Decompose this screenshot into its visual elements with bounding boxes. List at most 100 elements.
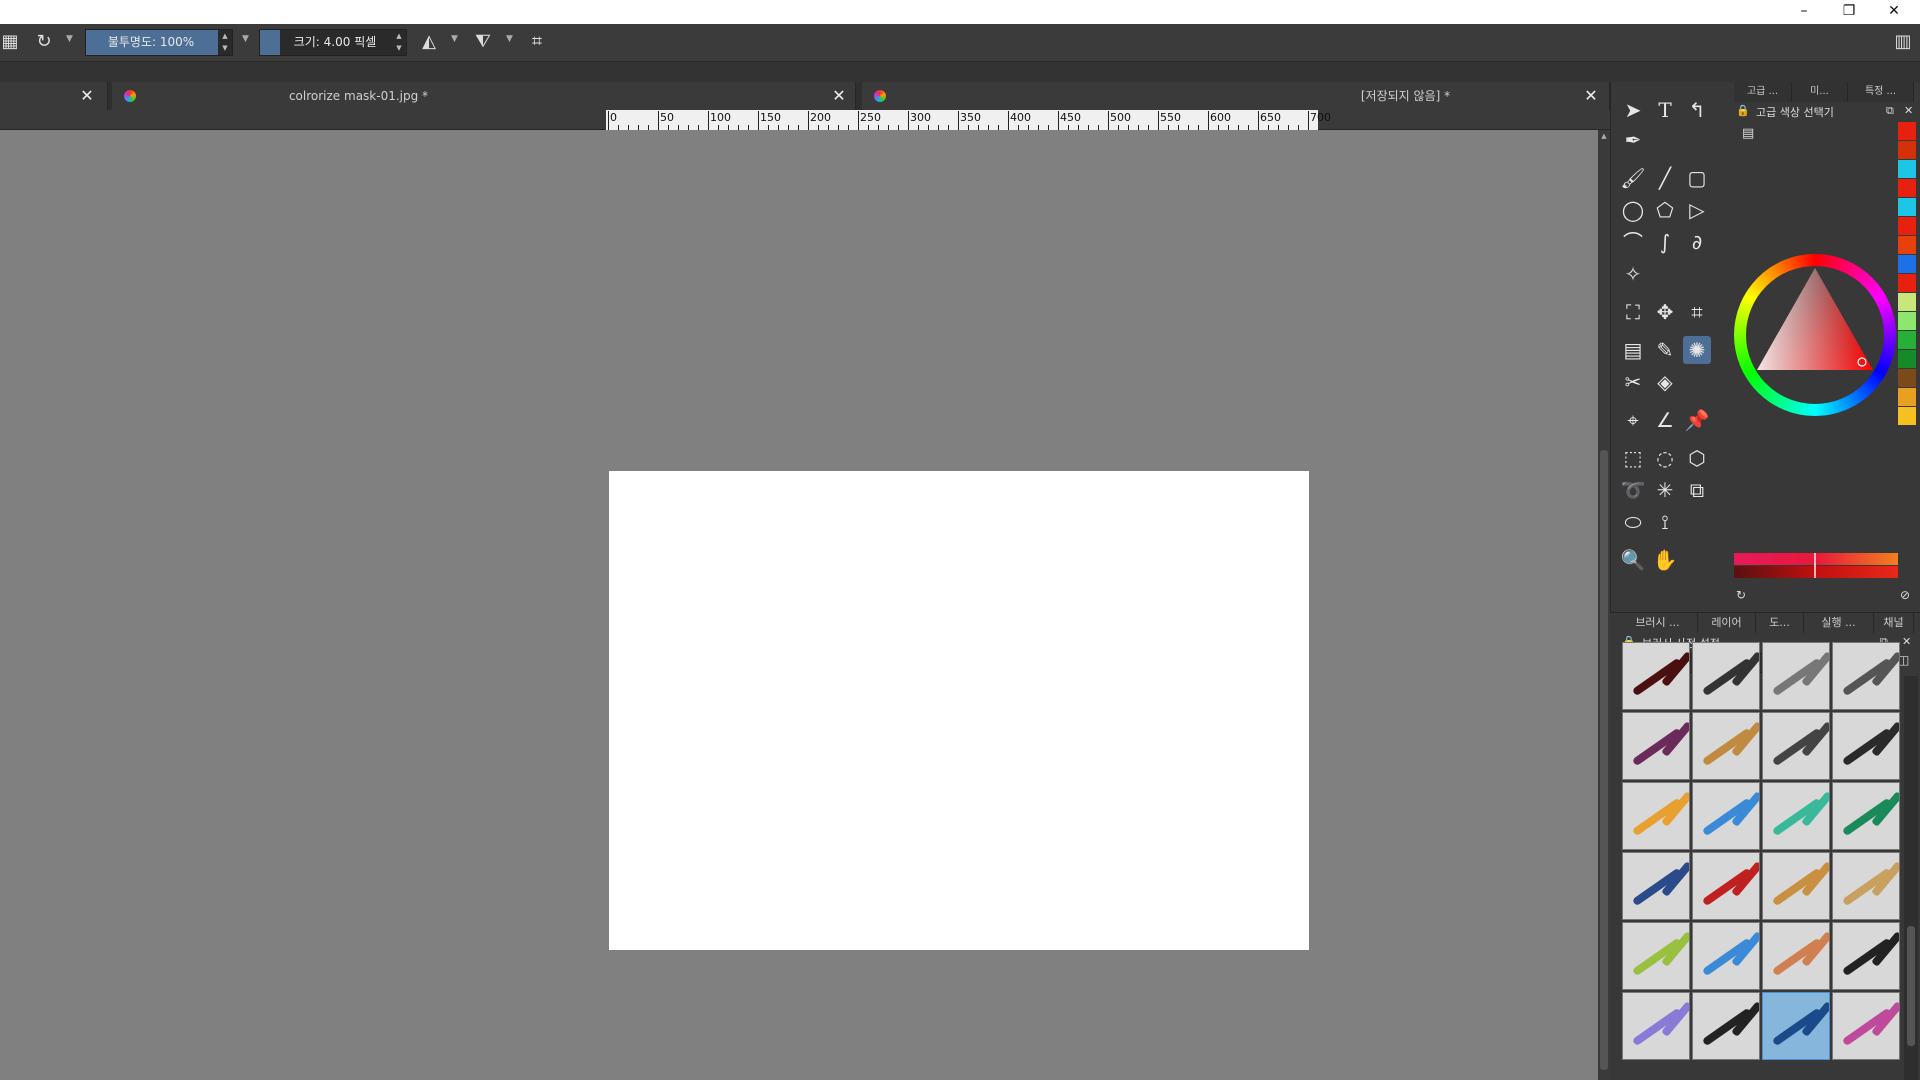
brush-preset[interactable] [1832, 852, 1900, 920]
no-color-icon[interactable]: ⊘ [1900, 588, 1910, 602]
size-stepper[interactable]: ▲ ▼ [392, 30, 406, 55]
bezier-tool-icon[interactable]: ⌒ [1619, 228, 1647, 256]
dynamic-brush-icon[interactable]: ∂ [1683, 228, 1711, 256]
minimize-button[interactable]: – [1784, 0, 1824, 24]
tab-layers[interactable]: 레이어 [1698, 613, 1756, 633]
brush-preset[interactable] [1832, 782, 1900, 850]
crop-tool-icon[interactable]: ⌗ [1683, 298, 1711, 326]
brush-preset[interactable] [1692, 642, 1760, 710]
lock-icon[interactable]: 🔒 [1736, 104, 1750, 117]
brush-preset[interactable] [1692, 852, 1760, 920]
settings-icon[interactable]: ▤ [1742, 126, 1754, 141]
brush-preset[interactable] [1622, 922, 1690, 990]
zoom-tool-icon[interactable]: 🔍 [1619, 546, 1647, 574]
close-icon[interactable]: ✕ [1580, 82, 1602, 110]
rect-select-icon[interactable]: ⬚ [1619, 444, 1647, 472]
fill-tool-icon[interactable]: ◈ [1651, 368, 1679, 396]
size-slider[interactable]: 크기: 4.00 픽셀 ▲ ▼ [259, 29, 407, 56]
tab-advanced-color[interactable]: 고급 ... [1734, 82, 1792, 102]
color-swatch[interactable] [1898, 274, 1916, 292]
reset-rotation-icon[interactable]: ↻ [32, 30, 56, 54]
text-tool-icon[interactable]: T [1651, 96, 1679, 124]
color-swatch[interactable] [1898, 160, 1916, 178]
color-swatch-strip[interactable] [1898, 122, 1916, 442]
contiguous-select-icon[interactable]: ✳ [1651, 476, 1679, 504]
color-history-bars[interactable] [1734, 553, 1898, 583]
brush-preset[interactable] [1692, 712, 1760, 780]
color-swatch[interactable] [1898, 350, 1916, 368]
brush-preset[interactable] [1692, 782, 1760, 850]
color-swatch[interactable] [1898, 255, 1916, 273]
color-swatch[interactable] [1898, 293, 1916, 311]
brush-preset[interactable] [1762, 712, 1830, 780]
close-icon[interactable]: ✕ [1904, 104, 1913, 117]
close-window-button[interactable]: ✕ [1874, 0, 1914, 24]
tab-overview[interactable]: 도... [1756, 613, 1804, 633]
tab-document-1[interactable]: ✕ [0, 82, 108, 110]
brush-preset[interactable] [1762, 992, 1830, 1060]
color-swatch[interactable] [1898, 217, 1916, 235]
brush-preset[interactable] [1832, 712, 1900, 780]
chevron-down-icon[interactable]: ▼ [66, 34, 73, 44]
pattern-icon[interactable]: ▦ [0, 30, 20, 54]
tab-colorize-mask[interactable]: colrorize mask-01.jpg * ✕ [112, 82, 856, 110]
brush-preset[interactable] [1622, 992, 1690, 1060]
opacity-slider[interactable]: 불투명도: 100% ▲ ▼ [85, 29, 233, 56]
scroll-up-icon[interactable]: ▲ [1598, 132, 1610, 140]
opacity-stepper[interactable]: ▲ ▼ [218, 30, 232, 55]
brush-preset[interactable] [1762, 642, 1830, 710]
color-wheel[interactable] [1734, 254, 1896, 416]
tab-channels[interactable]: 채널 [1874, 613, 1914, 633]
rectangle-tool-icon[interactable]: ▢ [1683, 164, 1711, 192]
similar-select-icon[interactable]: ⧉ [1683, 476, 1711, 504]
magnetic-select-icon[interactable]: ⟟ [1651, 508, 1679, 536]
color-swatch[interactable] [1898, 236, 1916, 254]
color-picker-icon[interactable]: ✎ [1651, 336, 1679, 364]
workspace-icon[interactable]: ▥ [1890, 30, 1916, 54]
brush-scrollbar[interactable] [1904, 676, 1918, 1080]
line-tool-icon[interactable]: ╱ [1651, 164, 1679, 192]
multibrush-icon[interactable]: ✧ [1619, 260, 1647, 288]
brush-preset[interactable] [1622, 852, 1690, 920]
calligraphy-icon[interactable]: ✒ [1619, 126, 1647, 154]
pan-tool-icon[interactable]: ✋ [1651, 546, 1679, 574]
brush-preset[interactable] [1762, 852, 1830, 920]
brush-preset[interactable] [1692, 922, 1760, 990]
polygon-tool-icon[interactable]: ⬠ [1651, 196, 1679, 224]
brush-preset[interactable] [1832, 642, 1900, 710]
gradient-tool-icon[interactable]: ▤ [1619, 336, 1647, 364]
transform-tool-icon[interactable]: ⛶ [1619, 298, 1647, 326]
brush-preset[interactable] [1762, 922, 1830, 990]
measure-tool-icon[interactable]: ∠ [1651, 406, 1679, 434]
float-icon[interactable]: ⧉ [1886, 104, 1894, 118]
canvas-vertical-scrollbar[interactable]: ▲ [1598, 130, 1610, 1080]
tab-mixer[interactable]: 미... [1792, 82, 1848, 102]
close-icon[interactable]: ✕ [1902, 635, 1911, 648]
reference-tool-icon[interactable]: 📌 [1683, 406, 1711, 434]
brush-preset[interactable] [1832, 992, 1900, 1060]
ellipse-tool-icon[interactable]: ◯ [1619, 196, 1647, 224]
color-triangle[interactable] [1734, 254, 1896, 416]
mirror-vertical-icon[interactable]: ⧨ [470, 30, 496, 54]
color-swatch[interactable] [1898, 122, 1916, 140]
color-swatch[interactable] [1898, 179, 1916, 197]
canvas-paper[interactable] [609, 471, 1309, 950]
freehand-path-icon[interactable]: ∫ [1651, 228, 1679, 256]
chevron-down-icon[interactable]: ▼ [506, 34, 513, 44]
tab-undo-history[interactable]: 실행 ... [1804, 613, 1874, 633]
brush-preset[interactable] [1622, 782, 1690, 850]
tab-brush-presets[interactable]: 브러시 ... [1618, 613, 1698, 633]
color-swatch[interactable] [1898, 369, 1916, 387]
brush-preset[interactable] [1622, 712, 1690, 780]
color-swatch[interactable] [1898, 407, 1916, 425]
freehand-select-icon[interactable]: ➰ [1619, 476, 1647, 504]
restore-button[interactable]: ❐ [1829, 0, 1869, 24]
edit-shapes-icon[interactable]: ↰ [1683, 96, 1711, 124]
color-swatch[interactable] [1898, 388, 1916, 406]
scrollbar-thumb[interactable] [1600, 450, 1608, 1070]
chevron-down-icon[interactable]: ▼ [451, 34, 458, 44]
brush-preset[interactable] [1762, 782, 1830, 850]
ellipse-select-icon[interactable]: ◌ [1651, 444, 1679, 472]
scrollbar-thumb[interactable] [1907, 926, 1915, 1046]
mirror-horizontal-icon[interactable]: ◭ [416, 30, 442, 54]
